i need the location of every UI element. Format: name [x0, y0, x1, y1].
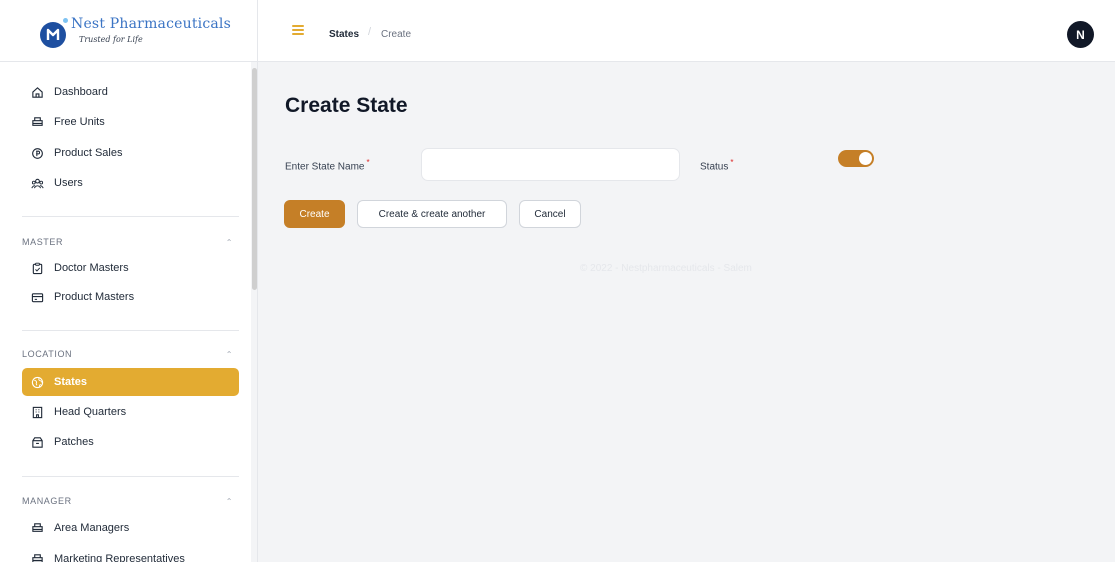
status-label: Status * — [700, 158, 733, 172]
chevron-up-icon[interactable]: ⌃ — [226, 238, 233, 247]
card-icon — [31, 291, 44, 304]
sidebar-item-patches[interactable]: Patches — [22, 428, 239, 456]
sidebar-item-label: Marketing Representatives — [54, 553, 185, 562]
brand[interactable]: Nest Pharmaceuticals Trusted for Life — [0, 0, 257, 62]
status-label-text: Status — [700, 161, 729, 173]
brand-name: Nest Pharmaceuticals — [71, 16, 231, 32]
sidebar-item-label: Doctor Masters — [54, 262, 129, 274]
required-mark: * — [730, 158, 734, 167]
create-another-button[interactable]: Create & create another — [357, 200, 507, 228]
sidebar-section-label: MASTER — [22, 237, 64, 247]
sidebar-item-area-managers[interactable]: Area Managers — [22, 514, 239, 542]
sidebar-item-label: Product Sales — [54, 147, 123, 159]
box-icon — [31, 436, 44, 449]
coin-icon — [31, 147, 44, 160]
sidebar-item-users[interactable]: Users — [22, 169, 239, 197]
footer-copyright: © 2022 - Nestpharmaceuticals - Salem — [580, 263, 752, 274]
sidebar-item-label: Area Managers — [54, 522, 130, 534]
sidebar-item-label: Users — [54, 177, 83, 189]
sidebar-divider — [22, 216, 239, 217]
sidebar-divider — [22, 476, 239, 477]
sidebar-scrollbar[interactable] — [251, 62, 257, 562]
chevron-up-icon[interactable]: ⌃ — [226, 350, 233, 359]
printer-icon — [31, 522, 44, 535]
brand-logo-icon — [40, 18, 68, 48]
chevron-up-icon[interactable]: ⌃ — [226, 497, 233, 506]
sidebar-item-free-units[interactable]: Free Units — [22, 108, 239, 136]
state-name-label-text: Enter State Name — [285, 161, 365, 173]
sidebar-item-product-sales[interactable]: Product Sales — [22, 139, 239, 167]
breadcrumb-states[interactable]: States — [329, 29, 359, 40]
sidebar: Nest Pharmaceuticals Trusted for Life Da… — [0, 0, 258, 562]
state-name-label: Enter State Name * — [285, 158, 370, 172]
globe-icon — [31, 376, 44, 389]
sidebar-divider — [22, 330, 239, 331]
clipboard-check-icon — [31, 262, 44, 275]
printer-icon — [31, 553, 44, 562]
home-icon — [31, 86, 44, 99]
sidebar-section-location[interactable]: LOCATION ⌃ — [22, 347, 239, 361]
sidebar-item-doctor-masters[interactable]: Doctor Masters — [22, 254, 239, 282]
sidebar-section-manager[interactable]: MANAGER ⌃ — [22, 494, 239, 508]
breadcrumb-create: Create — [381, 29, 412, 40]
sidebar-section-master[interactable]: MASTER ⌃ — [22, 235, 239, 249]
menu-icon[interactable] — [292, 25, 304, 35]
sidebar-item-label: Dashboard — [54, 86, 108, 98]
sidebar-item-product-masters[interactable]: Product Masters — [22, 283, 239, 311]
sidebar-item-label: Patches — [54, 436, 94, 448]
printer-icon — [31, 116, 44, 129]
brand-tagline: Trusted for Life — [79, 35, 143, 44]
sidebar-scrollbar-thumb[interactable] — [252, 68, 257, 290]
sidebar-section-label: MANAGER — [22, 496, 72, 506]
status-toggle[interactable] — [838, 150, 874, 167]
state-name-input[interactable] — [421, 148, 680, 181]
sidebar-item-states[interactable]: States — [22, 368, 239, 396]
sidebar-item-label: Free Units — [54, 116, 105, 128]
users-icon — [31, 177, 44, 190]
building-icon — [31, 406, 44, 419]
page-title: Create State — [285, 94, 408, 117]
breadcrumb-separator: / — [368, 26, 372, 38]
sidebar-item-head-quarters[interactable]: Head Quarters — [22, 398, 239, 426]
create-button[interactable]: Create — [284, 200, 345, 228]
topbar: States / Create N — [258, 0, 1115, 62]
sidebar-section-label: LOCATION — [22, 349, 73, 359]
required-mark: * — [366, 158, 370, 167]
sidebar-item-label: States — [54, 376, 88, 388]
sidebar-item-dashboard[interactable]: Dashboard — [22, 78, 239, 106]
sidebar-item-label: Head Quarters — [54, 406, 127, 418]
avatar[interactable]: N — [1067, 21, 1094, 48]
status-toggle-knob — [859, 152, 872, 165]
cancel-button[interactable]: Cancel — [519, 200, 581, 228]
sidebar-item-label: Product Masters — [54, 291, 135, 303]
sidebar-item-marketing-representatives[interactable]: Marketing Representatives — [22, 545, 239, 562]
